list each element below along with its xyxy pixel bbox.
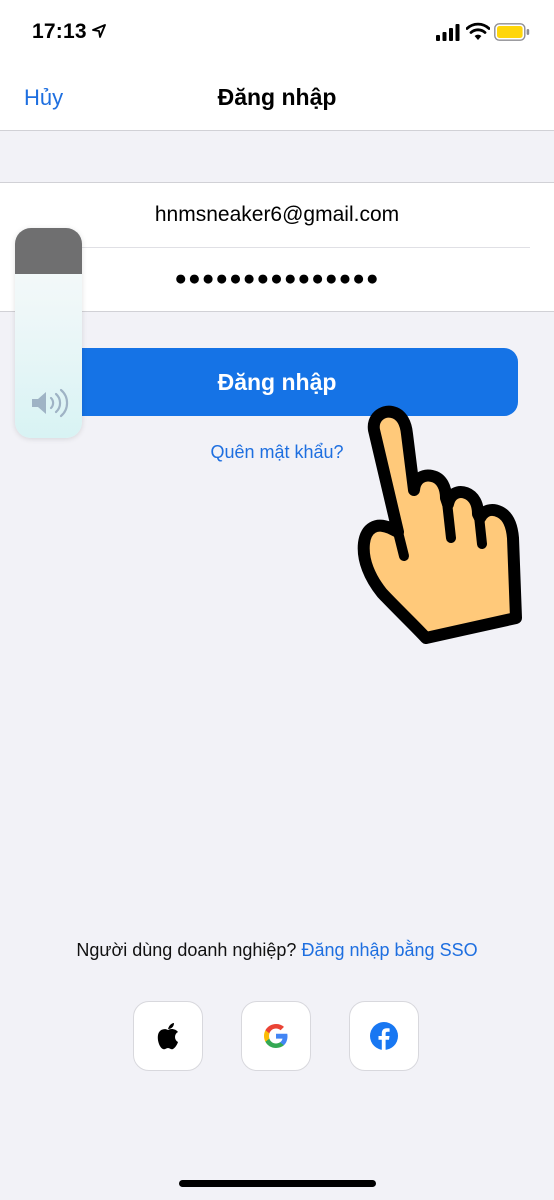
volume-level-fill [15,228,82,275]
apple-icon [157,1023,178,1050]
navigation-bar: Hủy Đăng nhập [0,66,554,131]
tap-hand-icon [357,405,522,644]
location-arrow-icon [92,24,106,38]
google-signin-button[interactable] [241,1001,311,1071]
home-indicator[interactable] [179,1180,376,1187]
page-title: Đăng nhập [217,84,337,110]
password-field[interactable]: ●●●●●●●●●●●●●●● [0,247,554,311]
sso-prompt-text: Người dùng doanh nghiệp? [76,940,297,960]
cellular-signal-icon [436,24,460,41]
volume-hud[interactable] [15,228,82,438]
status-time: 17:13 [32,20,87,43]
wifi-icon [466,22,490,40]
status-bar: 17:13 [0,0,554,66]
email-field[interactable]: hnmsneaker6@gmail.com [0,183,554,247]
battery-icon [494,23,530,41]
password-value: ●●●●●●●●●●●●●●● [174,267,380,290]
speaker-icon [32,388,69,418]
apple-signin-button[interactable] [133,1001,203,1071]
email-value: hnmsneaker6@gmail.com [154,203,400,226]
sso-link[interactable]: Đăng nhập bằng SSO [301,940,477,960]
google-icon [264,1024,288,1048]
login-form: hnmsneaker6@gmail.com ●●●●●●●●●●●●●●● [0,182,554,312]
facebook-signin-button[interactable] [349,1001,419,1071]
sso-prompt: Người dùng doanh nghiệp? Đăng nhập bằng … [0,940,554,961]
facebook-icon [370,1022,398,1050]
